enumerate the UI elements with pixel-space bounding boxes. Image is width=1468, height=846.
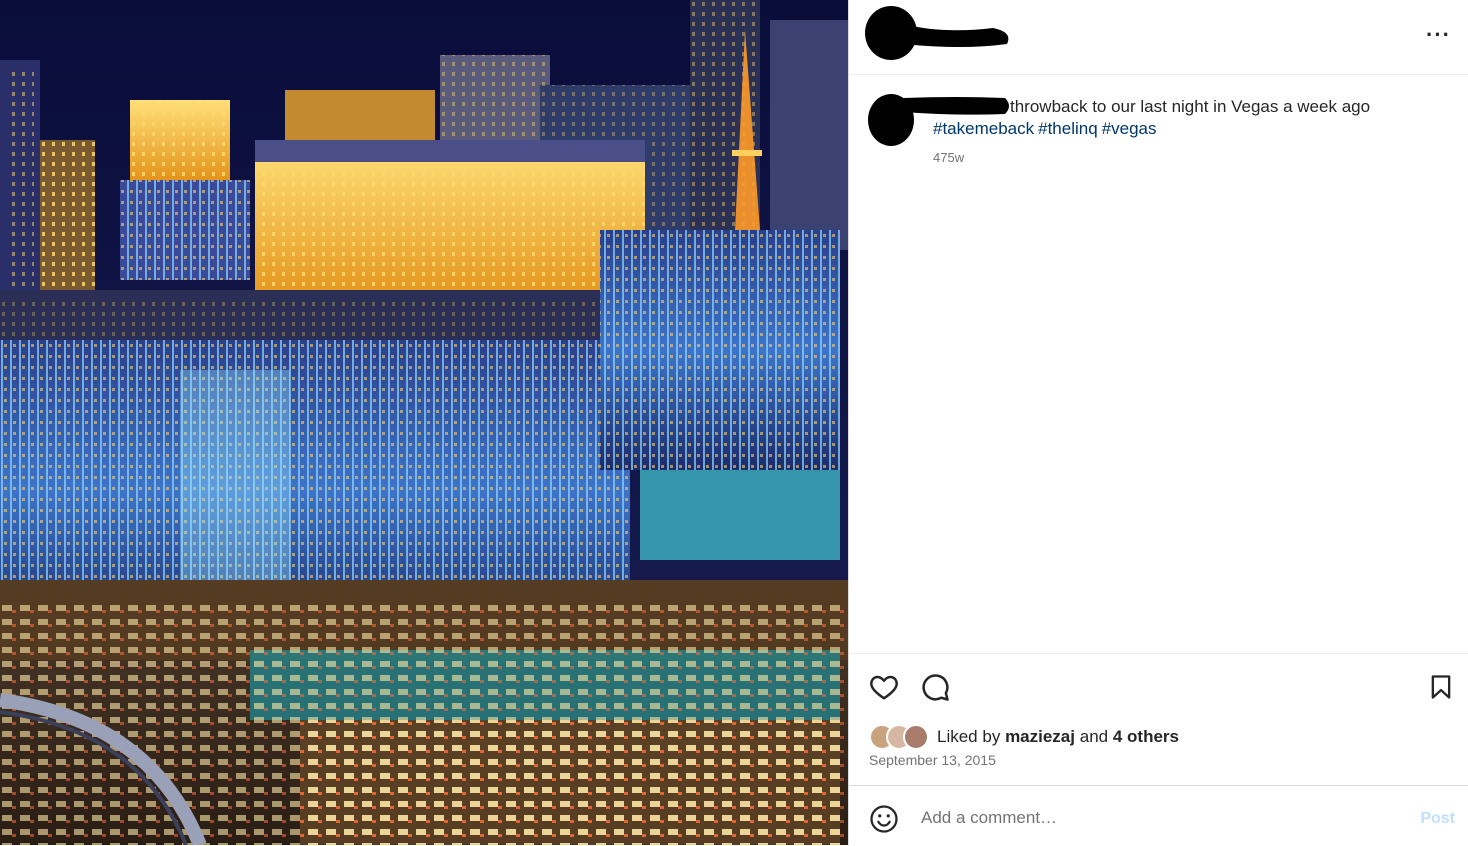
post-age[interactable]: 475w [933, 150, 964, 165]
post-header: ··· [849, 0, 1468, 75]
others-likes-link[interactable]: 4 others [1113, 727, 1179, 746]
vegas-night-image [0, 0, 848, 845]
hashtag-list: #takemeback #thelinq #vegas [933, 119, 1161, 139]
likes-prefix: Liked by [937, 727, 1001, 746]
likes-conjunction: and [1079, 727, 1109, 746]
emoji-icon[interactable] [869, 804, 899, 839]
action-bar: Liked by maziezaj and 4 others September… [849, 653, 1468, 786]
heart-icon[interactable] [869, 672, 899, 707]
post-photo[interactable] [0, 0, 848, 845]
comment-icon[interactable] [920, 672, 950, 707]
liker-username-link[interactable]: maziezaj [1005, 727, 1075, 746]
likes-summary: Liked by maziezaj and 4 others [869, 724, 1179, 750]
comment-input[interactable] [919, 804, 1383, 832]
comment-bar: Post [849, 785, 1468, 846]
post-details-panel: ··· throwback to our last night in Vegas… [848, 0, 1468, 845]
liker-avatars [869, 724, 933, 750]
caption-text: throwback to our last night in Vegas a w… [1010, 97, 1371, 116]
likes-text: Liked by maziezaj and 4 others [937, 727, 1179, 747]
more-options-icon[interactable]: ··· [1426, 24, 1451, 46]
hashtag-link[interactable]: #vegas [1102, 119, 1157, 138]
redacted-username-mark [865, 6, 1009, 60]
post-comment-button[interactable]: Post [1420, 810, 1455, 828]
bookmark-icon[interactable] [1427, 673, 1455, 706]
hashtag-link[interactable]: #thelinq [1038, 119, 1098, 138]
avatar[interactable] [903, 724, 929, 750]
hashtag-link[interactable]: #takemeback [933, 119, 1034, 138]
post-date[interactable]: September 13, 2015 [869, 752, 996, 768]
